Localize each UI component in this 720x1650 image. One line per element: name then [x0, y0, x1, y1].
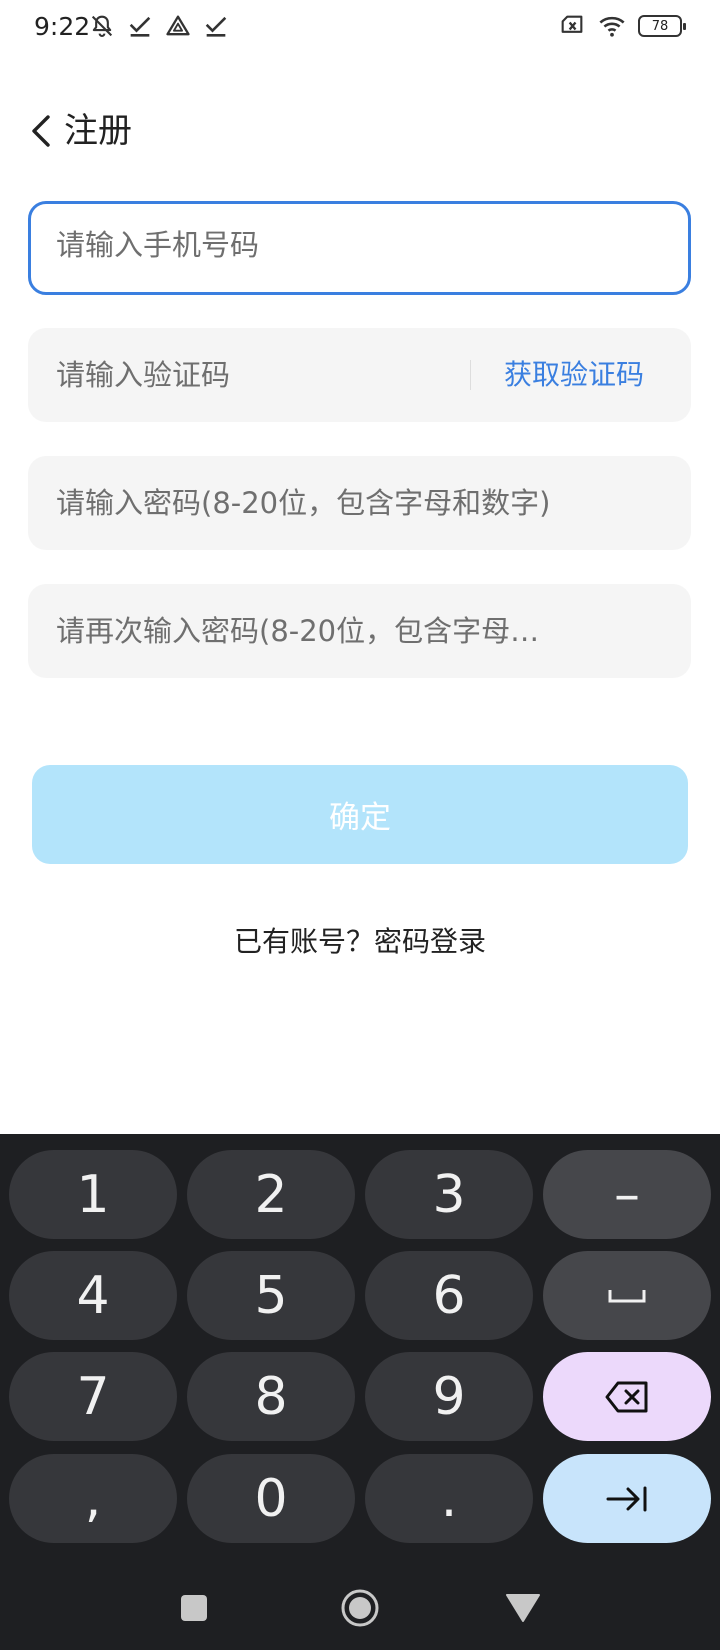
battery-level: 78	[651, 18, 669, 34]
recent-apps-button[interactable]	[172, 1586, 216, 1630]
check-icon	[205, 16, 227, 37]
verification-code-field[interactable]: 获取验证码	[28, 328, 691, 422]
key-7[interactable]: 7	[9, 1352, 177, 1441]
key-backspace[interactable]	[543, 1352, 711, 1441]
key-period[interactable]: .	[365, 1454, 533, 1543]
space-icon	[608, 1289, 646, 1302]
key-6[interactable]: 6	[365, 1251, 533, 1340]
phone-field[interactable]	[28, 201, 691, 295]
key-2[interactable]: 2	[187, 1150, 355, 1239]
key-9[interactable]: 9	[365, 1352, 533, 1441]
bell-off-icon	[91, 15, 113, 37]
triangle-down-icon	[506, 1594, 540, 1622]
status-bar: 9:22 78	[0, 0, 720, 54]
drive-icon	[166, 15, 190, 36]
sim-x-icon	[561, 15, 583, 33]
page-title: 注册	[64, 111, 132, 151]
battery-indicator: 78	[638, 15, 686, 37]
key-space[interactable]	[543, 1251, 711, 1340]
square-icon	[181, 1595, 207, 1621]
back-nav-button[interactable]	[501, 1586, 545, 1630]
tab-next-icon	[606, 1486, 647, 1511]
key-comma[interactable]: ,	[9, 1454, 177, 1543]
verification-code-input[interactable]	[56, 328, 456, 422]
header: 注册	[0, 96, 720, 166]
confirm-password-input[interactable]	[56, 584, 666, 678]
status-left-icons	[88, 12, 230, 40]
submit-button[interactable]: 确定	[32, 765, 688, 864]
key-0[interactable]: 0	[187, 1454, 355, 1543]
wifi-icon	[599, 16, 625, 37]
home-circle-icon	[341, 1589, 379, 1627]
navigation-bar	[0, 1566, 720, 1650]
key-1[interactable]: 1	[9, 1150, 177, 1239]
key-minus[interactable]: –	[543, 1150, 711, 1239]
home-button[interactable]	[338, 1586, 382, 1630]
back-button[interactable]	[18, 108, 64, 154]
status-time: 9:22	[34, 12, 91, 41]
confirm-password-field[interactable]	[28, 584, 691, 678]
key-3[interactable]: 3	[365, 1150, 533, 1239]
get-code-button[interactable]: 获取验证码	[504, 328, 644, 422]
password-field[interactable]	[28, 456, 691, 550]
chevron-left-icon	[32, 115, 50, 147]
status-right-icons: 78	[558, 12, 686, 40]
key-8[interactable]: 8	[187, 1352, 355, 1441]
backspace-icon	[605, 1381, 648, 1412]
phone-input[interactable]	[56, 201, 656, 289]
login-link[interactable]: 已有账号？密码登录	[0, 920, 720, 964]
key-next[interactable]	[543, 1454, 711, 1543]
field-divider	[470, 360, 471, 390]
password-input[interactable]	[56, 456, 666, 550]
check-icon	[129, 16, 151, 37]
key-4[interactable]: 4	[9, 1251, 177, 1340]
key-5[interactable]: 5	[187, 1251, 355, 1340]
